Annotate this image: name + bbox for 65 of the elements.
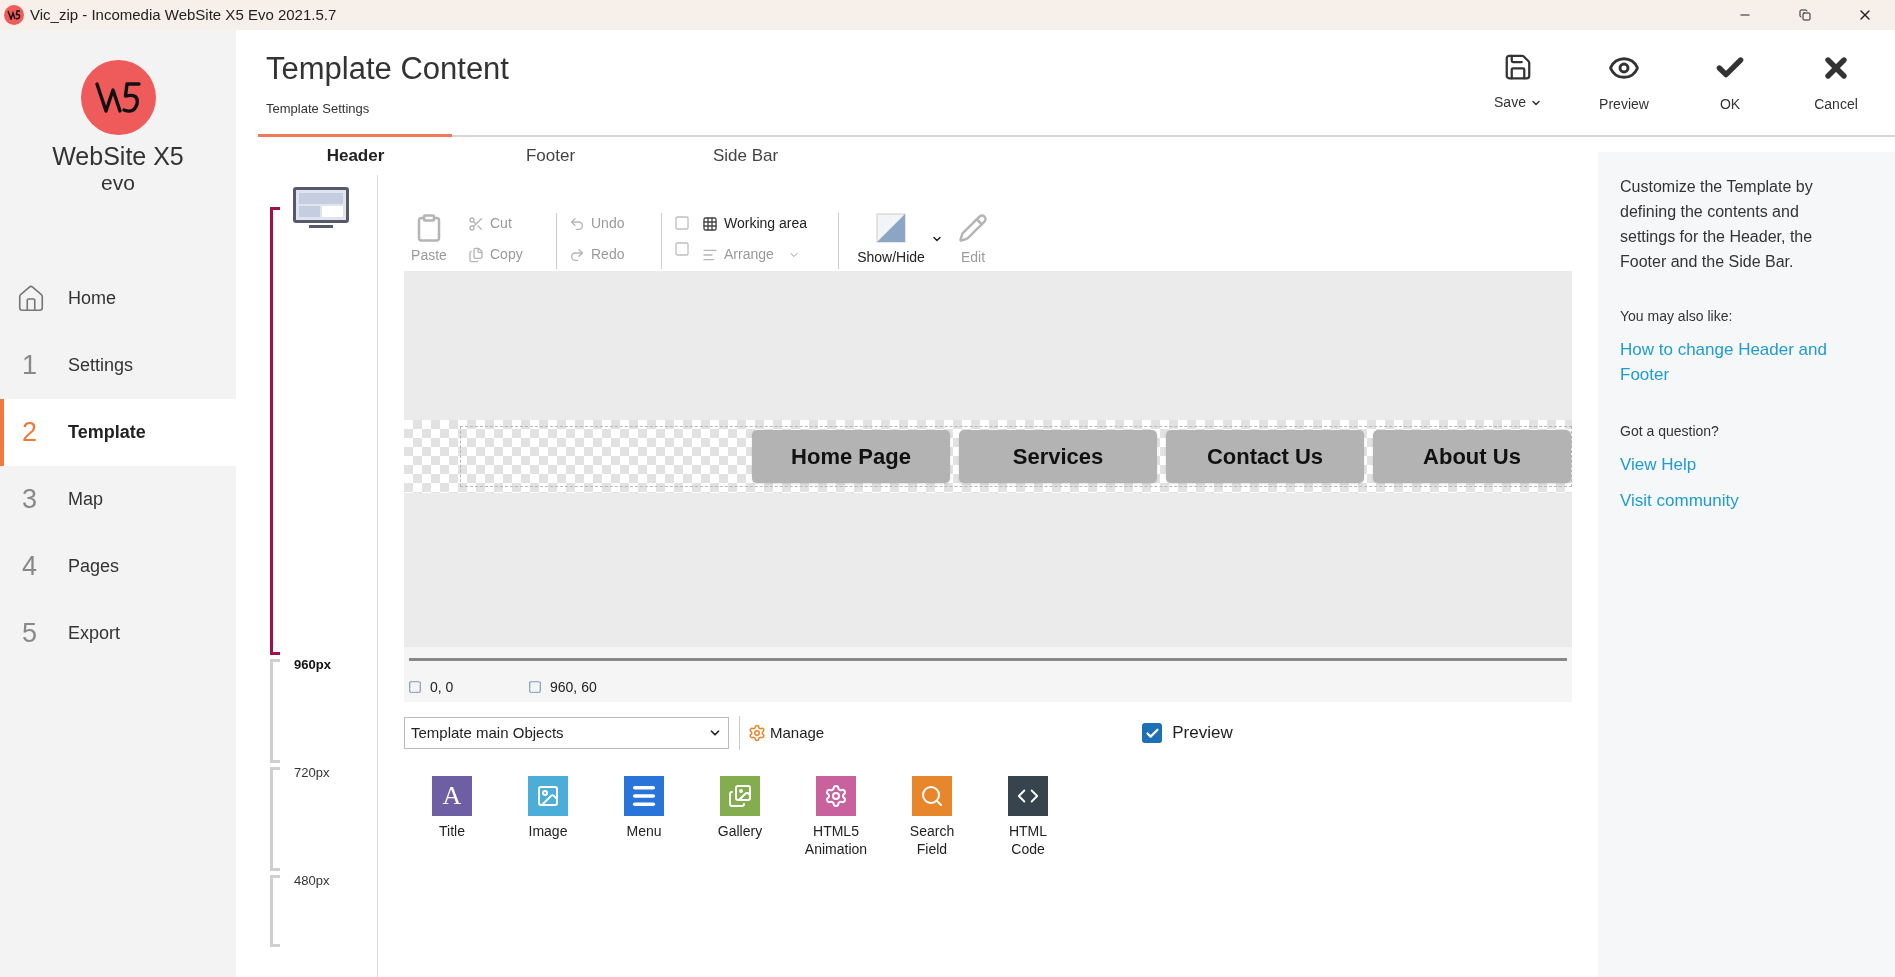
nav-label: Pages [68, 555, 120, 578]
nav-label: Home [68, 287, 116, 310]
nav-label: Settings [68, 354, 134, 377]
breakpoint-label: 960px [294, 655, 331, 674]
tab[interactable]: Side Bar [648, 143, 843, 169]
window-title: Vic_zip - Incomedia WebSite X5 Evo 2021.5.7 [30, 4, 337, 25]
toolbar-action-button[interactable]: Save [1465, 52, 1571, 115]
object-button[interactable]: Menu [596, 776, 692, 840]
pencil-icon [958, 213, 988, 243]
object-button[interactable]: HTML Code [980, 776, 1076, 858]
scissors-icon [468, 215, 484, 232]
tab[interactable]: Footer [453, 143, 648, 169]
object-button[interactable]: A Title [404, 776, 500, 840]
nav-item[interactable]: 1 Settings [0, 332, 236, 399]
nav-number: 1 [22, 349, 39, 383]
logo-name: WebSite X5 [52, 141, 184, 172]
nav-item[interactable]: 3 Map [0, 466, 236, 533]
grid-icon [702, 215, 718, 232]
gear-icon [748, 724, 766, 742]
nav-label: Template [68, 421, 146, 444]
working-area-button[interactable]: Working area [702, 213, 826, 234]
restore-icon [1799, 9, 1811, 21]
manage-button[interactable]: Manage [748, 721, 825, 745]
help-heading: You may also like: [1620, 307, 1734, 326]
home-icon [16, 283, 46, 314]
copy-icon [468, 246, 484, 263]
size-icon [528, 680, 542, 694]
tab[interactable]: Header [258, 143, 453, 169]
preview-checkbox[interactable]: Preview [1142, 720, 1233, 746]
nav-item[interactable]: 5 Export [0, 600, 236, 667]
help-heading: Got a question? [1620, 422, 1720, 441]
nav-item[interactable]: Home [0, 265, 236, 332]
object-button[interactable]: Search Field [884, 776, 980, 858]
help-intro: Customize the Template by defining the contents and settings for the Header, the Footer and the Side Bar. [1620, 177, 1814, 272]
position-value: 0, 0 [430, 677, 455, 697]
toolbar-action-button[interactable]: OK [1677, 52, 1783, 115]
position-icon [408, 680, 422, 694]
logo-edition: evo [101, 172, 135, 194]
breakpoint-label: 720px [294, 763, 330, 782]
toolbar-action-button[interactable]: Cancel [1783, 52, 1889, 115]
object-button[interactable]: Gallery [692, 776, 788, 840]
nav-label: Export [68, 622, 121, 645]
object-button[interactable]: HTML5 Animation [788, 776, 884, 858]
object-icon: A [432, 776, 472, 816]
save-icon [1503, 52, 1533, 82]
show-hide-button[interactable]: Show/Hide [851, 213, 931, 268]
size-value: 960, 60 [550, 677, 597, 697]
nav-number: 4 [22, 550, 39, 584]
page-title: Template Content [266, 50, 509, 88]
nav-item[interactable]: 2 Template [0, 399, 236, 466]
desktop-icon [292, 187, 350, 229]
nav-label: Map [68, 488, 103, 511]
breakpoint-label: 480px [294, 871, 330, 890]
triangle-icon [876, 213, 906, 243]
object-button[interactable]: Image [500, 776, 596, 840]
nav-number: 2 [22, 416, 39, 450]
objects-dropdown[interactable]: Template main Objects [404, 717, 729, 749]
nav-number: 3 [22, 483, 39, 517]
page-subtitle: Template Settings [266, 99, 371, 118]
nav-item[interactable]: 4 Pages [0, 533, 236, 600]
redo-icon [569, 246, 585, 263]
undo-icon [569, 215, 585, 232]
app-logo-icon [4, 5, 24, 25]
nav-number: 5 [22, 617, 39, 651]
toolbar-action-button[interactable]: Preview [1571, 52, 1677, 115]
